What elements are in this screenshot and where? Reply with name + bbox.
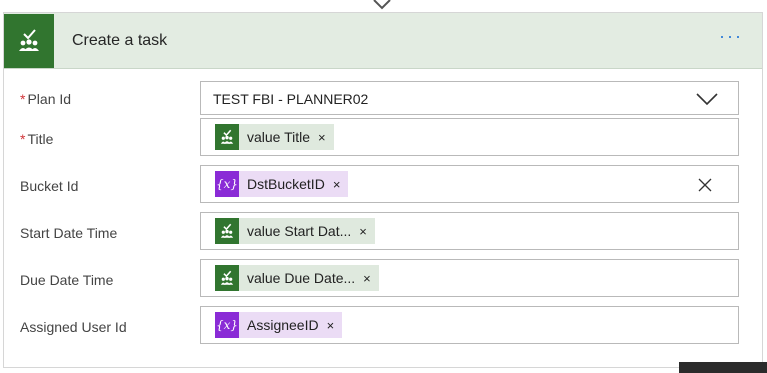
remove-token-icon[interactable]: × — [363, 271, 371, 286]
planner-icon — [4, 13, 54, 68]
plan-id-dropdown[interactable]: TEST FBI - PLANNER02 — [200, 81, 739, 115]
required-marker: * — [20, 131, 26, 147]
due-date-time-field[interactable]: value Due Date... × — [200, 259, 739, 297]
overlay-edge — [679, 362, 767, 373]
token-label: AssigneeID — [247, 317, 319, 333]
planner-icon — [215, 124, 239, 150]
planner-icon — [215, 265, 239, 291]
plan-id-value: TEST FBI - PLANNER02 — [213, 91, 369, 107]
title-field[interactable]: value Title × — [200, 118, 739, 156]
variable-icon: {x} — [215, 171, 239, 197]
clear-field-icon[interactable] — [698, 178, 712, 192]
bucket-id-field[interactable]: {x} DstBucketID × — [200, 165, 739, 203]
assigned-user-id-field[interactable]: {x} AssigneeID × — [200, 306, 739, 344]
remove-token-icon[interactable]: × — [327, 318, 335, 333]
bucket-id-row: Bucket Id {x} DstBucketID × — [4, 165, 762, 203]
start-date-time-label: Start Date Time — [20, 225, 118, 241]
due-date-time-row: Due Date Time value Due Date... × — [4, 259, 762, 297]
token-label: value Due Date... — [247, 270, 356, 286]
remove-token-icon[interactable]: × — [318, 130, 326, 145]
start-date-time-field[interactable]: value Start Dat... × — [200, 212, 739, 250]
assigned-user-id-token[interactable]: {x} AssigneeID × — [215, 312, 343, 338]
title-token[interactable]: value Title × — [215, 124, 334, 150]
required-marker: * — [20, 91, 26, 107]
create-task-action-card: Create a task ··· * Plan Id TEST FBI - PL… — [3, 12, 763, 368]
bucket-id-token[interactable]: {x} DstBucketID × — [215, 171, 349, 197]
connector-arrow-icon — [373, 0, 391, 10]
start-date-time-row: Start Date Time value Start Dat... × — [4, 212, 762, 250]
token-label: DstBucketID — [247, 176, 325, 192]
title-row: * Title value Title × — [4, 118, 762, 156]
assigned-user-id-row: Assigned User Id {x} AssigneeID × — [4, 306, 762, 344]
title-label: * Title — [20, 131, 54, 147]
due-date-time-label: Due Date Time — [20, 272, 114, 288]
plan-id-row: * Plan Id TEST FBI - PLANNER02 — [4, 81, 762, 119]
token-label: value Start Dat... — [247, 223, 352, 239]
action-header[interactable]: Create a task ··· — [4, 13, 762, 69]
variable-icon: {x} — [215, 312, 239, 338]
remove-token-icon[interactable]: × — [359, 224, 367, 239]
remove-token-icon[interactable]: × — [333, 177, 341, 192]
plan-id-label: * Plan Id — [20, 91, 72, 107]
planner-icon — [215, 218, 239, 244]
due-date-time-token[interactable]: value Due Date... × — [215, 265, 379, 291]
action-title: Create a task — [72, 31, 168, 49]
token-label: value Title — [247, 129, 311, 145]
bucket-id-label: Bucket Id — [20, 178, 79, 194]
start-date-time-token[interactable]: value Start Dat... × — [215, 218, 375, 244]
assigned-user-id-label: Assigned User Id — [20, 319, 127, 335]
more-options-button[interactable]: ··· — [716, 27, 746, 50]
chevron-down-icon[interactable] — [696, 92, 718, 106]
